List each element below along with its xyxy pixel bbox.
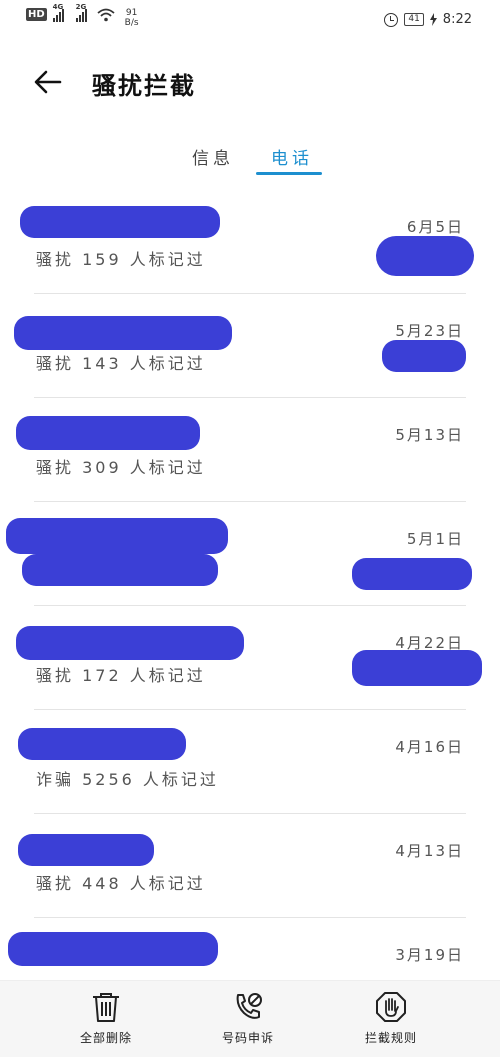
call-date: 5月23日 bbox=[395, 322, 464, 340]
call-tag: 骚扰 143 人标记过 bbox=[36, 354, 206, 373]
bottom-action-bar: 全部删除 号码申诉 拦截规则 bbox=[0, 980, 500, 1057]
title-bar: 骚扰拦截 bbox=[0, 52, 500, 112]
tab-bar: 信息 电话 bbox=[0, 140, 500, 180]
call-tag: 骚扰 159 人标记过 bbox=[36, 250, 206, 269]
signal-4g-icon: 4G bbox=[52, 3, 64, 22]
number-appeal-label: 号码申诉 bbox=[221, 1031, 274, 1045]
back-arrow-icon[interactable] bbox=[32, 66, 64, 98]
redacted-number bbox=[6, 518, 228, 554]
list-item[interactable]: 6月5日 骚扰 159 人标记过 bbox=[0, 190, 500, 294]
status-bar: HD 4G 2G 91 B/s 41 8:22 bbox=[0, 0, 500, 42]
call-date: 5月13日 bbox=[395, 426, 464, 444]
trash-icon bbox=[93, 993, 119, 1022]
status-left: HD 4G 2G 91 B/s bbox=[26, 3, 139, 28]
redacted-number bbox=[14, 316, 232, 350]
redacted-number bbox=[20, 206, 220, 238]
list-item[interactable]: 4月13日 骚扰 448 人标记过 bbox=[0, 814, 500, 918]
call-tag: 骚扰 448 人标记过 bbox=[36, 874, 206, 893]
redacted-location bbox=[352, 558, 472, 590]
block-rules-button[interactable]: 拦截规则 bbox=[336, 991, 446, 1046]
redacted-location bbox=[352, 650, 482, 686]
tab-calls[interactable]: 电话 bbox=[271, 144, 313, 169]
status-right: 41 8:22 bbox=[384, 12, 472, 27]
call-date: 4月13日 bbox=[395, 842, 464, 860]
number-appeal-button[interactable]: 号码申诉 bbox=[193, 991, 303, 1046]
call-tag: 诈骗 5256 人标记过 bbox=[36, 770, 219, 789]
delete-all-button[interactable]: 全部删除 bbox=[51, 991, 161, 1046]
redacted-number bbox=[18, 834, 154, 866]
phone-appeal-icon bbox=[236, 993, 262, 1019]
call-date: 6月5日 bbox=[406, 218, 464, 236]
delete-all-label: 全部删除 bbox=[79, 1031, 132, 1045]
tab-messages[interactable]: 信息 bbox=[192, 144, 234, 169]
call-date: 3月19日 bbox=[395, 946, 464, 964]
list-item[interactable]: 4月16日 诈骗 5256 人标记过 bbox=[0, 710, 500, 814]
clock: 8:22 bbox=[442, 12, 472, 27]
redacted-number bbox=[8, 932, 218, 966]
speed-unit: B/s bbox=[124, 18, 139, 28]
redacted-number bbox=[16, 416, 200, 450]
battery-indicator: 41 bbox=[404, 13, 424, 26]
list-item[interactable]: 5月23日 骚扰 143 人标记过 bbox=[0, 294, 500, 398]
redacted-number bbox=[16, 626, 244, 660]
tab-active-indicator bbox=[256, 172, 322, 175]
block-rules-label: 拦截规则 bbox=[364, 1031, 417, 1045]
redacted-tag bbox=[22, 554, 218, 586]
list-item[interactable]: 4月22日 骚扰 172 人标记过 bbox=[0, 606, 500, 710]
list-item[interactable]: 5月1日 bbox=[0, 502, 500, 606]
call-tag: 骚扰 309 人标记过 bbox=[36, 458, 206, 477]
charging-icon bbox=[429, 13, 437, 26]
wifi-icon bbox=[97, 8, 115, 22]
page-title: 骚扰拦截 bbox=[92, 72, 196, 100]
list-item[interactable]: 5月13日 骚扰 309 人标记过 bbox=[0, 398, 500, 502]
call-tag: 骚扰 172 人标记过 bbox=[36, 666, 206, 685]
signal-2g-label: 2G bbox=[75, 3, 87, 11]
call-date: 5月1日 bbox=[406, 530, 464, 548]
alarm-icon bbox=[384, 12, 399, 27]
signal-2g-icon: 2G bbox=[75, 3, 87, 22]
redacted-number bbox=[18, 728, 186, 760]
speed-value: 91 bbox=[125, 8, 138, 18]
network-speed: 91 B/s bbox=[125, 8, 139, 28]
hd-badge: HD bbox=[26, 8, 47, 21]
block-hand-icon bbox=[376, 992, 406, 1022]
signal-4g-label: 4G bbox=[52, 3, 64, 11]
redacted-location bbox=[376, 236, 474, 276]
redacted-location bbox=[382, 340, 466, 372]
call-date: 4月16日 bbox=[395, 738, 464, 756]
